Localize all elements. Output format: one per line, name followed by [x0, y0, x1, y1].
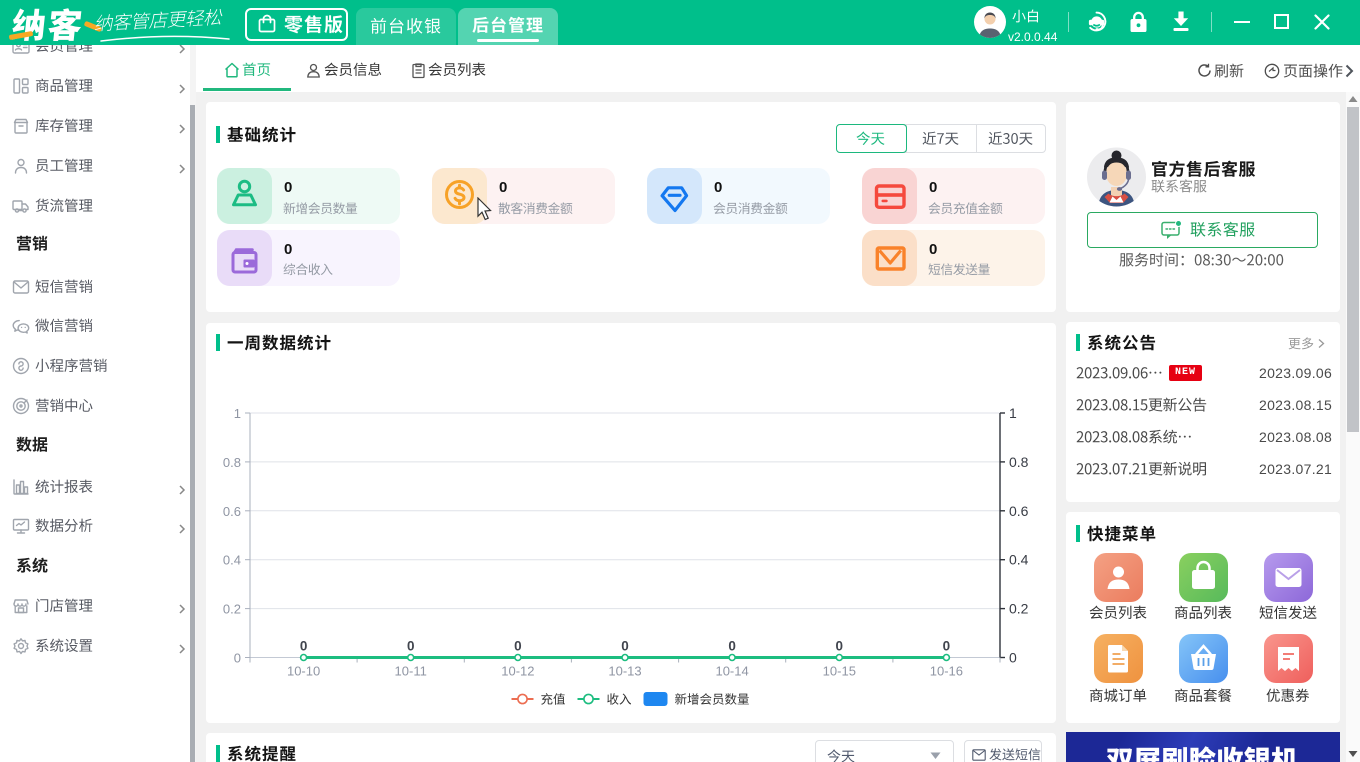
- svg-text:0.4: 0.4: [1009, 552, 1029, 568]
- svg-text:0: 0: [728, 639, 736, 654]
- svg-text:0.6: 0.6: [223, 504, 241, 519]
- svg-text:0: 0: [514, 639, 522, 654]
- svg-text:10-13: 10-13: [608, 664, 641, 679]
- svg-text:1: 1: [234, 406, 241, 421]
- svg-text:10-14: 10-14: [715, 664, 748, 679]
- svg-text:10-12: 10-12: [501, 664, 534, 679]
- svg-text:0.4: 0.4: [223, 553, 241, 568]
- svg-text:0: 0: [234, 651, 241, 666]
- svg-text:10-11: 10-11: [395, 664, 427, 679]
- svg-text:10-16: 10-16: [930, 664, 963, 679]
- svg-text:10-10: 10-10: [287, 664, 320, 679]
- svg-text:0.8: 0.8: [1009, 454, 1029, 470]
- svg-text:0.8: 0.8: [223, 455, 241, 470]
- svg-text:0: 0: [300, 639, 308, 654]
- svg-text:0: 0: [836, 639, 844, 654]
- svg-text:10-15: 10-15: [823, 664, 856, 679]
- svg-text:0.2: 0.2: [223, 602, 241, 617]
- svg-text:0: 0: [943, 639, 951, 654]
- svg-text:0.2: 0.2: [1009, 601, 1029, 617]
- svg-text:0: 0: [407, 639, 415, 654]
- svg-text:1: 1: [1009, 405, 1017, 421]
- svg-text:0: 0: [621, 639, 629, 654]
- svg-text:0: 0: [1009, 650, 1017, 666]
- svg-text:0.6: 0.6: [1009, 503, 1029, 519]
